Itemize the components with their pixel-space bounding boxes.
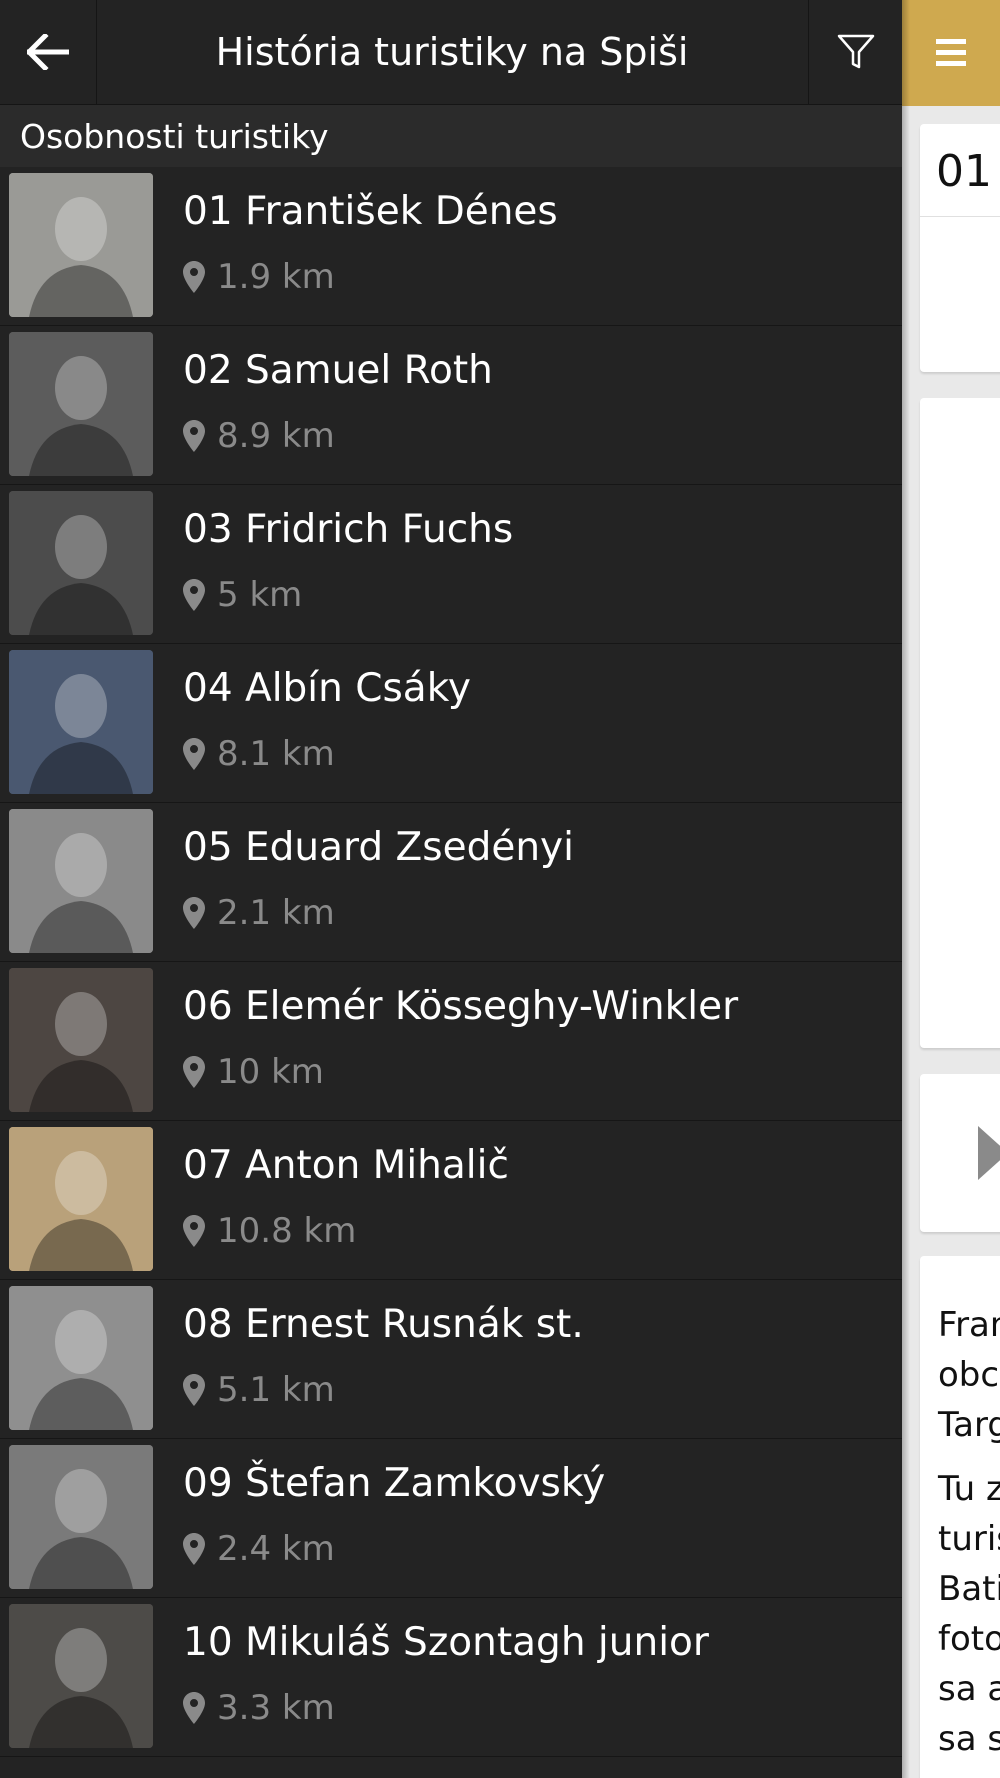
distance-value: 10.8 km (217, 1211, 357, 1251)
distance-value: 10 km (217, 1052, 324, 1092)
back-button[interactable] (0, 0, 97, 104)
filter-icon (837, 34, 875, 69)
list-item-title: 10 Mikuláš Szontagh junior (183, 1620, 709, 1665)
menu-button[interactable] (902, 0, 1000, 106)
filter-button[interactable] (808, 0, 902, 104)
hamburger-menu-icon (936, 39, 966, 66)
list-item-title: 09 Štefan Zamkovský (183, 1461, 606, 1506)
list-item-distance: 2.1 km (183, 893, 335, 933)
location-pin-icon (183, 738, 205, 770)
location-pin-icon (183, 261, 205, 293)
navigation-drawer: História turistiky na Spiši Osobnosti tu… (0, 0, 902, 1778)
list-item-distance: 8.9 km (183, 416, 335, 456)
list-item-distance: 3.3 km (183, 1688, 335, 1728)
list-item[interactable]: 09 Štefan Zamkovský 2.4 km (0, 1439, 902, 1598)
section-header: Osobnosti turistiky (0, 105, 902, 167)
text-line: foto (938, 1619, 1000, 1659)
list-item[interactable]: 05 Eduard Zsedényi 2.1 km (0, 803, 902, 962)
play-icon[interactable] (978, 1126, 1000, 1180)
personality-list: 01 František Dénes 1.9 km 02 Samuel Roth 8.… (0, 167, 902, 1757)
distance-value: 3.3 km (217, 1688, 335, 1728)
description-text: Fran obc Targ Tu z turis Bati foto sa a … (938, 1300, 1000, 1778)
list-item[interactable]: 02 Samuel Roth 8.9 km (0, 326, 902, 485)
list-item-distance: 5 km (183, 575, 302, 615)
distance-value: 2.1 km (217, 893, 335, 933)
app-screen: 01 Fran obc Targ Tu z turis Bati foto sa… (0, 0, 1000, 1778)
location-pin-icon (183, 1374, 205, 1406)
location-pin-icon (183, 1056, 205, 1088)
portrait-thumbnail (9, 1604, 153, 1748)
text-line: sa a (938, 1669, 1000, 1709)
portrait-thumbnail (9, 968, 153, 1112)
portrait-thumbnail (9, 173, 153, 317)
list-item-title: 03 Fridrich Fuchs (183, 507, 514, 552)
text-line: obc (938, 1355, 1000, 1395)
image-card (920, 398, 1000, 1048)
distance-value: 8.9 km (217, 416, 335, 456)
list-item-title: 02 Samuel Roth (183, 348, 493, 393)
location-pin-icon (183, 897, 205, 929)
list-item[interactable]: 04 Albín Csáky 8.1 km (0, 644, 902, 803)
text-line: Tu z (938, 1469, 1000, 1509)
text-line: Targ (938, 1405, 1000, 1445)
portrait-thumbnail (9, 332, 153, 476)
location-pin-icon (183, 579, 205, 611)
portrait-thumbnail (9, 1445, 153, 1589)
main-content: 01 Fran obc Targ Tu z turis Bati foto sa… (902, 0, 1000, 1778)
location-pin-icon (183, 420, 205, 452)
portrait-thumbnail (9, 1286, 153, 1430)
list-item-distance: 10.8 km (183, 1211, 356, 1251)
location-pin-icon (183, 1533, 205, 1565)
text-line: turis (938, 1519, 1000, 1559)
card-number: 01 (936, 146, 992, 197)
list-item-title: 06 Elemér Kösseghy-Winkler (183, 984, 739, 1029)
list-item-title: 07 Anton Mihalič (183, 1143, 509, 1188)
location-pin-icon (183, 1215, 205, 1247)
list-item-title: 01 František Dénes (183, 189, 558, 234)
list-item-title: 08 Ernest Rusnák st. (183, 1302, 584, 1347)
list-item[interactable]: 10 Mikuláš Szontagh junior 3.3 km (0, 1598, 902, 1757)
text-line: Fran (938, 1305, 1000, 1345)
list-item-distance: 5.1 km (183, 1370, 335, 1410)
list-item[interactable]: 08 Ernest Rusnák st. 5.1 km (0, 1280, 902, 1439)
portrait-thumbnail (9, 809, 153, 953)
list-item-distance: 1.9 km (183, 257, 335, 297)
list-item-title: 05 Eduard Zsedényi (183, 825, 574, 870)
portrait-thumbnail (9, 1127, 153, 1271)
list-item-title: 04 Albín Csáky (183, 666, 471, 711)
list-item[interactable]: 03 Fridrich Fuchs 5 km (0, 485, 902, 644)
arrow-left-icon (27, 34, 69, 70)
list-item-distance: 10 km (183, 1052, 324, 1092)
text-line: Bati (938, 1569, 1000, 1609)
list-item[interactable]: 06 Elemér Kösseghy-Winkler 10 km (0, 962, 902, 1121)
list-item-distance: 2.4 km (183, 1529, 335, 1569)
page-title: História turistiky na Spiši (215, 30, 689, 74)
distance-value: 5.1 km (217, 1370, 335, 1410)
list-item[interactable]: 07 Anton Mihalič 10.8 km (0, 1121, 902, 1280)
portrait-thumbnail (9, 650, 153, 794)
location-pin-icon (183, 1692, 205, 1724)
portrait-thumbnail (9, 491, 153, 635)
list-item[interactable]: 01 František Dénes 1.9 km (0, 167, 902, 326)
text-line: sa s (938, 1719, 1000, 1759)
distance-value: 1.9 km (217, 257, 335, 297)
list-item-distance: 8.1 km (183, 734, 335, 774)
top-bar: História turistiky na Spiši (0, 0, 902, 105)
distance-value: 2.4 km (217, 1529, 335, 1569)
distance-value: 8.1 km (217, 734, 335, 774)
distance-value: 5 km (217, 575, 303, 615)
